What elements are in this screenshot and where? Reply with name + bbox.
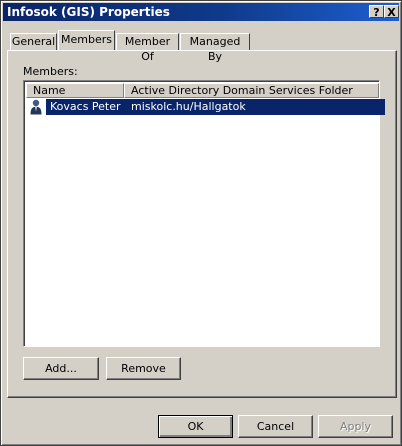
list-item[interactable]: Kovacs Peter miskolc.hu/Hallgatok	[26, 99, 385, 118]
members-list[interactable]: Name Active Directory Domain Services Fo…	[23, 80, 385, 347]
ok-button[interactable]: OK	[158, 415, 233, 438]
close-button[interactable]: X	[384, 5, 399, 19]
window-title: Infosok (GIS) Properties	[7, 5, 170, 19]
column-header-folder[interactable]: Active Directory Domain Services Folder	[124, 83, 379, 98]
title-bar[interactable]: Infosok (GIS) Properties ? X	[3, 3, 399, 21]
apply-button[interactable]: Apply	[318, 415, 393, 438]
user-icon	[29, 99, 43, 118]
column-header-name[interactable]: Name	[26, 83, 124, 98]
help-button[interactable]: ?	[369, 5, 384, 19]
remove-button[interactable]: Remove	[106, 357, 181, 380]
member-name: Kovacs Peter	[46, 99, 129, 115]
tab-general[interactable]: General	[10, 33, 57, 50]
tab-managed-by[interactable]: Managed By	[180, 33, 250, 63]
tab-member-of[interactable]: Member Of	[116, 33, 179, 63]
add-button[interactable]: Add...	[23, 357, 99, 380]
member-folder: miskolc.hu/Hallgatok	[125, 99, 385, 115]
cancel-button[interactable]: Cancel	[238, 415, 313, 438]
properties-dialog: Infosok (GIS) Properties ? X General Mem…	[0, 0, 402, 446]
tab-members[interactable]: Members	[58, 30, 115, 50]
members-label: Members:	[23, 65, 78, 78]
